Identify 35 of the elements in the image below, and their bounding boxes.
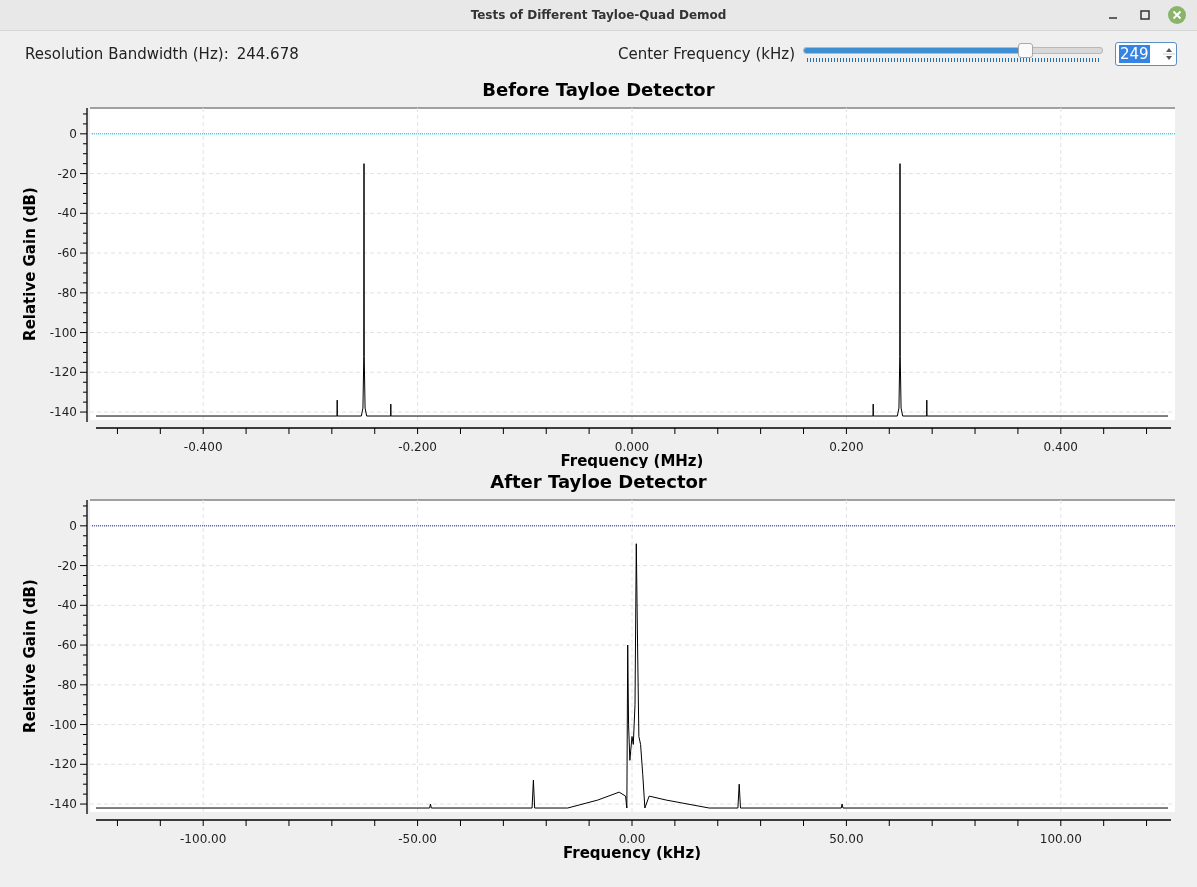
resolution-value: 244.678 bbox=[236, 44, 299, 63]
y-tick-label: -120 bbox=[49, 365, 77, 380]
frequency-spinbox[interactable]: 249 bbox=[1115, 41, 1177, 66]
x-tick-label: -50.00 bbox=[398, 832, 437, 846]
x-tick-label: -0.400 bbox=[183, 440, 223, 454]
y-tick-label: -80 bbox=[57, 285, 77, 300]
y-tick-label: -100 bbox=[49, 325, 77, 340]
y-tick-label: -140 bbox=[49, 405, 77, 420]
y-tick-label: -140 bbox=[49, 797, 77, 812]
x-tick-label: 0.00 bbox=[618, 832, 646, 846]
center-frequency-label: Center Frequency (kHz) bbox=[617, 44, 795, 63]
y-tick-label: 0 bbox=[69, 126, 77, 141]
plot-title: Before Tayloe Detector bbox=[481, 78, 716, 102]
y-tick-label: -80 bbox=[57, 677, 77, 692]
y-tick-label: -40 bbox=[57, 206, 77, 221]
y-tick-label: -40 bbox=[57, 598, 77, 613]
x-tick-label: 0.200 bbox=[829, 440, 864, 454]
resolution-label: Resolution Bandwidth (Hz): bbox=[25, 44, 229, 63]
y-axis-title: Relative Gain (dB) bbox=[21, 187, 39, 341]
x-tick-label: 100.00 bbox=[1039, 832, 1082, 846]
y-tick-label: -20 bbox=[57, 166, 77, 181]
y-tick-label: 0 bbox=[69, 518, 77, 533]
y-axis-title: Relative Gain (dB) bbox=[21, 579, 39, 733]
y-tick-label: -60 bbox=[57, 246, 77, 261]
window-title: Tests of Different Tayloe-Quad Demod bbox=[470, 8, 727, 22]
x-tick-label: 0.000 bbox=[614, 440, 650, 454]
y-tick-label: -100 bbox=[49, 717, 77, 732]
y-tick-label: -20 bbox=[57, 558, 77, 573]
plot-title: After Tayloe Detector bbox=[489, 470, 708, 494]
x-tick-label: -0.200 bbox=[398, 440, 437, 454]
x-tick-label: -100.00 bbox=[180, 832, 227, 846]
y-tick-label: -120 bbox=[49, 757, 77, 772]
x-tick-label: 50.00 bbox=[829, 832, 864, 846]
y-tick-label: -60 bbox=[57, 638, 77, 653]
x-tick-label: 0.400 bbox=[1043, 440, 1078, 454]
